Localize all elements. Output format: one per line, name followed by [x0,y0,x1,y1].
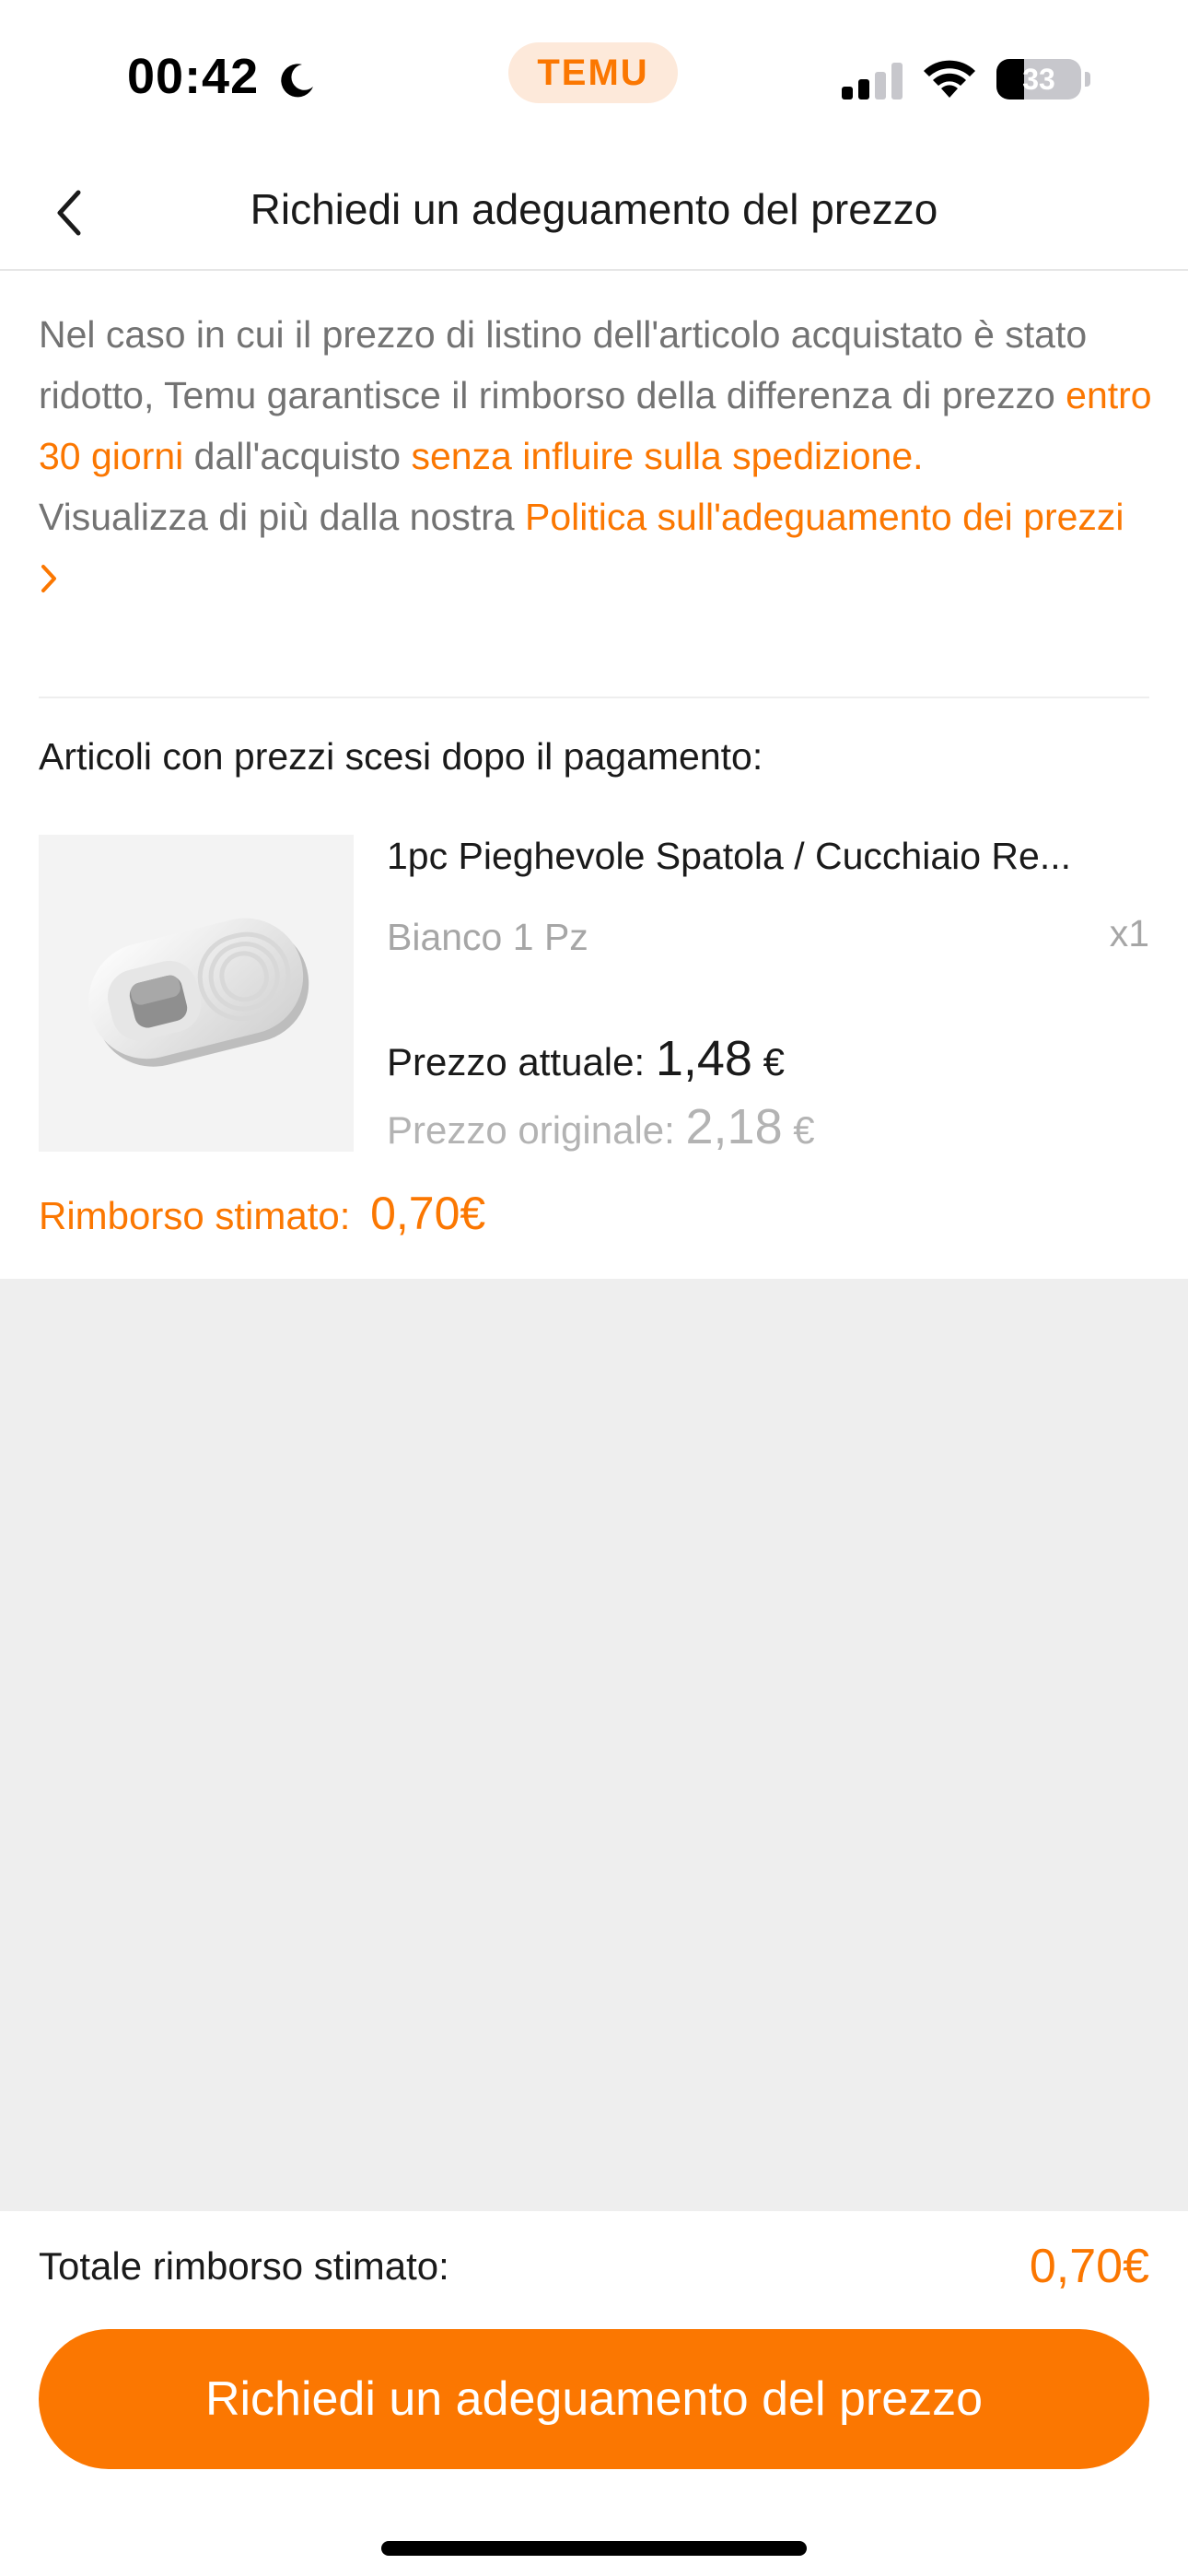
estimated-refund-label: Rimborso stimato: [39,1194,351,1237]
battery-level: 33 [1022,62,1055,96]
request-price-adjustment-label: Richiedi un adeguamento del prezzo [204,2372,984,2426]
current-price: Prezzo attuale: 1,48 € [387,1030,785,1087]
product-quantity: x1 [1109,912,1149,954]
intro-text: Nel caso in cui il prezzo di listino del… [39,304,1153,608]
request-price-adjustment-button[interactable]: Richiedi un adeguamento del prezzo [39,2329,1149,2469]
current-price-value: 1,48 [655,1031,752,1086]
intro-text-3: Visualizza di più dalla nostra [39,496,525,538]
policy-link-label: Politica sull'adeguamento dei prezzi [525,496,1124,538]
signal-icon [842,63,903,100]
estimated-refund-value: 0,70€ [370,1188,486,1239]
intro-highlight-shipping: senza influire sulla spedizione. [411,435,924,477]
empty-area [0,1279,1188,2211]
battery-tip [1085,72,1090,87]
product-title[interactable]: 1pc Pieghevole Spatola / Cucchiaio Re... [387,835,1151,878]
original-price-label: Prezzo originale: [387,1108,675,1152]
temu-label: TEMU [537,52,649,93]
original-price-value: 2,18 [685,1099,783,1154]
status-bar: 00:42 TEMU 33 [0,0,1188,157]
total-refund-value: 0,70€ [1029,2240,1149,2293]
chevron-right-icon [41,565,56,592]
product-variant: Bianco 1 Pz [387,916,588,958]
dynamic-island-app-label: TEMU [508,42,678,103]
original-price-currency: € [793,1108,815,1152]
current-price-label: Prezzo attuale: [387,1040,646,1083]
home-indicator[interactable] [381,2541,807,2556]
intro-text-2: dall'acquisto [183,435,412,477]
nav-bar: Richiedi un adeguamento del prezzo [0,157,1188,271]
status-time: 00:42 [127,49,260,104]
original-price: Prezzo originale: 2,18 € [387,1098,815,1155]
total-refund-label: Totale rimborso stimato: [39,2244,449,2288]
estimated-refund: Rimborso stimato: 0,70€ [39,1187,485,1240]
divider [39,697,1149,698]
intro-text-1: Nel caso in cui il prezzo di listino del… [39,313,1088,416]
section-label: Articoli con prezzi scesi dopo il pagame… [39,735,763,778]
wifi-icon [924,60,975,98]
product-image[interactable] [39,835,354,1152]
moon-icon [281,64,313,98]
spoon-rest-image [88,918,309,1067]
battery-icon: 33 [996,59,1081,100]
page-title: Richiedi un adeguamento del prezzo [250,185,938,233]
current-price-currency: € [763,1040,785,1083]
